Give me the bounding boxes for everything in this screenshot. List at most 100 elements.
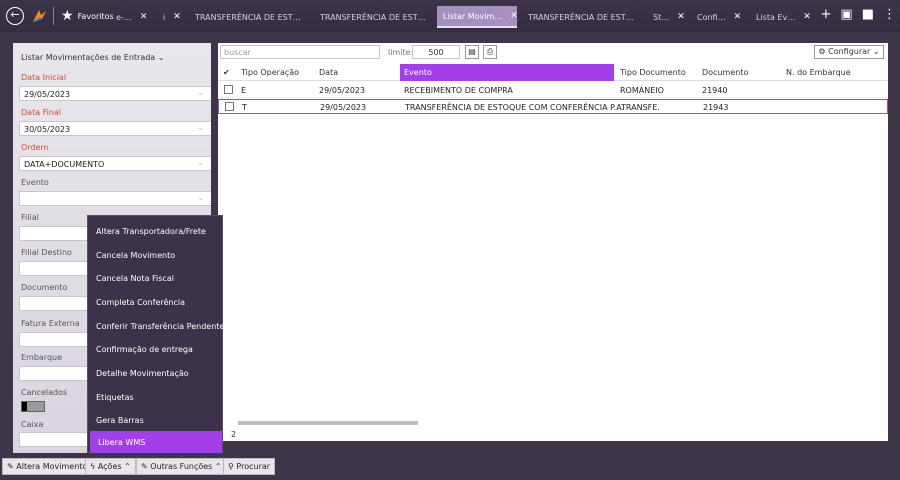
close-icon[interactable]: ✕	[734, 12, 742, 22]
more-vertical-icon[interactable]: ⋮	[883, 8, 896, 22]
altera-movimento-button[interactable]: ✎ Altera Movimento	[2, 458, 93, 475]
tab-label: TRANSFERÊNCIA DE EST…	[320, 12, 426, 22]
menu-item-conferir-transferencia[interactable]: Conferir Transferência Pendente	[88, 315, 224, 337]
row-checkbox[interactable]	[224, 85, 233, 94]
toggle-knob	[22, 402, 27, 411]
caixa-label: Caixa	[21, 420, 44, 429]
menu-item-cancela-nota-fiscal[interactable]: Cancela Nota Fiscal	[88, 267, 224, 289]
field-value: 30/05/2023	[24, 125, 71, 134]
column-tipo-documento[interactable]: Tipo Documento	[620, 68, 686, 77]
menu-item-etiquetas[interactable]: Etiquetas	[88, 386, 224, 408]
results-panel: buscar limite: 500 ▤ ⎙ ⚙ Configurar ⌄ ✔ …	[218, 43, 888, 441]
export-icon[interactable]: ▤	[465, 45, 479, 59]
tab-label: Lista Ev…	[756, 12, 796, 22]
filter-label-filial: Filial	[21, 213, 39, 222]
filter-label-data-inicial: Data Inicial	[21, 73, 67, 82]
menu-item-libera-wms[interactable]: Libera WMS	[90, 431, 222, 453]
procurar-button[interactable]: ⚲ Procurar	[223, 458, 276, 475]
field-value: DATA+DOCUMENTO	[24, 160, 105, 169]
back-arrow-icon[interactable]: ←	[6, 7, 24, 25]
cell-documento: 21940	[702, 86, 728, 95]
filter-label-evento: Evento	[21, 178, 49, 187]
sidebar-title[interactable]: Listar Movimentações de Entrada ⌄	[21, 53, 164, 62]
data-final-field[interactable]: 30/05/2023 ⌄	[19, 121, 211, 136]
close-icon[interactable]: ✕	[510, 11, 517, 21]
outras-funcoes-button[interactable]: ✎ Outras Funções ⌃	[136, 458, 227, 475]
column-documento[interactable]: Documento	[702, 68, 748, 77]
tab-label: Listar Movim…	[443, 11, 503, 21]
add-tab-icon[interactable]: +	[821, 8, 832, 22]
column-tipo-operacao[interactable]: Tipo Operação	[241, 68, 299, 77]
row-checkbox[interactable]	[225, 102, 234, 111]
tab-label: e-…	[116, 12, 132, 22]
close-icon[interactable]: ✕	[140, 12, 148, 22]
edit-icon: ✎	[141, 462, 151, 471]
edit-icon: ✎	[7, 462, 17, 471]
column-n-embarque[interactable]: N. do Embarque	[786, 68, 851, 77]
menu-item-cancela-movimento[interactable]: Cancela Movimento	[88, 244, 224, 266]
chevron-down-icon: ⌄	[197, 158, 204, 167]
tab-1[interactable]: e-… ✕	[116, 6, 147, 28]
lightning-icon: ϟ	[90, 462, 98, 471]
clipboard-icon[interactable]: ▣	[840, 8, 852, 22]
bottom-toolbar: ✎ Altera Movimento ϟ Ações ⌃ ✎ Outras Fu…	[0, 455, 900, 480]
configure-button[interactable]: ⚙ Configurar ⌄	[814, 45, 884, 59]
table-row-selected[interactable]: T 29/05/2023 TRANSFERÊNCIA DE ESTOQUE CO…	[218, 99, 888, 114]
divider	[53, 7, 54, 25]
filter-label-filial-destino: Filial Destino	[21, 248, 72, 257]
cell-tipo-documento: TRANSFE.	[621, 103, 660, 112]
star-icon[interactable]: ★	[61, 8, 74, 24]
cell-tipo: E	[241, 86, 247, 95]
tab-label: TRANSFERÊNCIA DE EST…	[195, 12, 301, 22]
field-value: 29/05/2023	[24, 90, 71, 99]
tab-9[interactable]: Lista Ev… ✕	[756, 6, 811, 28]
column-data[interactable]: Data	[319, 68, 338, 77]
close-icon[interactable]: ✕	[677, 12, 685, 22]
row-count: 2	[231, 430, 237, 439]
horizontal-scrollbar[interactable]	[238, 421, 418, 425]
table-header: ✔ Tipo Operação Data Evento Tipo Documen…	[218, 64, 888, 81]
column-evento[interactable]: Evento	[400, 64, 614, 81]
tab-label: TRANSFERÊNCIA DE EST…	[528, 12, 634, 22]
chevron-down-icon: ⌄	[197, 88, 204, 97]
cell-data: 29/05/2023	[319, 86, 366, 95]
menu-item-confirmacao-entrega[interactable]: Confirmação de entrega	[88, 338, 224, 360]
table-row[interactable]: E 29/05/2023 RECEBIMENTO DE COMPRA ROMAN…	[218, 83, 888, 98]
tab-4[interactable]: TRANSFERÊNCIA DE EST…✕	[320, 6, 428, 28]
close-icon[interactable]: ✕	[173, 12, 181, 22]
cell-tipo: T	[242, 103, 247, 112]
evento-select[interactable]: ⌄	[19, 191, 211, 206]
tab-6[interactable]: TRANSFERÊNCIA DE EST…✕	[528, 6, 640, 28]
tab-3[interactable]: TRANSFERÊNCIA DE EST…✕	[195, 6, 305, 28]
cell-data: 29/05/2023	[320, 103, 367, 112]
menu-item-gera-barras[interactable]: Gera Barras	[88, 409, 224, 431]
cancelados-label: Cancelados	[21, 388, 68, 397]
button-label: Altera Movimento	[16, 462, 88, 471]
tab-listar-movimentacoes[interactable]: Listar Movim… ✕	[437, 6, 517, 28]
tab-7[interactable]: St… ✕	[653, 6, 685, 28]
top-tab-bar: ← ★ Favoritos e-… ✕ i ✕ TRANSFERÊNCIA DE E…	[0, 0, 900, 32]
select-all-check-icon[interactable]: ✔	[223, 68, 230, 77]
limite-input[interactable]: 500	[412, 45, 460, 59]
tab-2[interactable]: i ✕	[163, 6, 181, 28]
menu-item-completa-conferencia[interactable]: Completa Conferência	[88, 291, 224, 313]
cancelados-toggle[interactable]	[21, 401, 45, 412]
print-icon[interactable]: ⎙	[483, 45, 497, 59]
filter-label-embarque: Embarque	[21, 353, 63, 362]
acoes-button[interactable]: ϟ Ações ⌃	[85, 458, 136, 475]
cell-documento: 21943	[703, 103, 729, 112]
menu-item-altera-transportadora[interactable]: Altera Transportadora/Frete	[88, 220, 224, 242]
button-label: Ações ⌃	[97, 462, 131, 471]
tab-label: St…	[653, 12, 670, 22]
data-inicial-field[interactable]: 29/05/2023 ⌄	[19, 86, 211, 101]
search-input[interactable]: buscar	[220, 45, 380, 59]
menu-item-detalhe-movimentacao[interactable]: Detalhe Movimentação	[88, 362, 224, 384]
actions-menu: Altera Transportadora/Frete Cancela Movi…	[87, 215, 224, 453]
filter-label-ordem: Ordem	[21, 143, 49, 152]
button-label: Procurar	[236, 462, 271, 471]
chat-icon[interactable]: ■	[862, 8, 874, 22]
tab-8[interactable]: Confi… ✕	[697, 6, 741, 28]
favorites-label[interactable]: Favoritos	[78, 12, 114, 21]
close-icon[interactable]: ✕	[803, 12, 811, 22]
ordem-select[interactable]: DATA+DOCUMENTO ⌄	[19, 156, 211, 171]
